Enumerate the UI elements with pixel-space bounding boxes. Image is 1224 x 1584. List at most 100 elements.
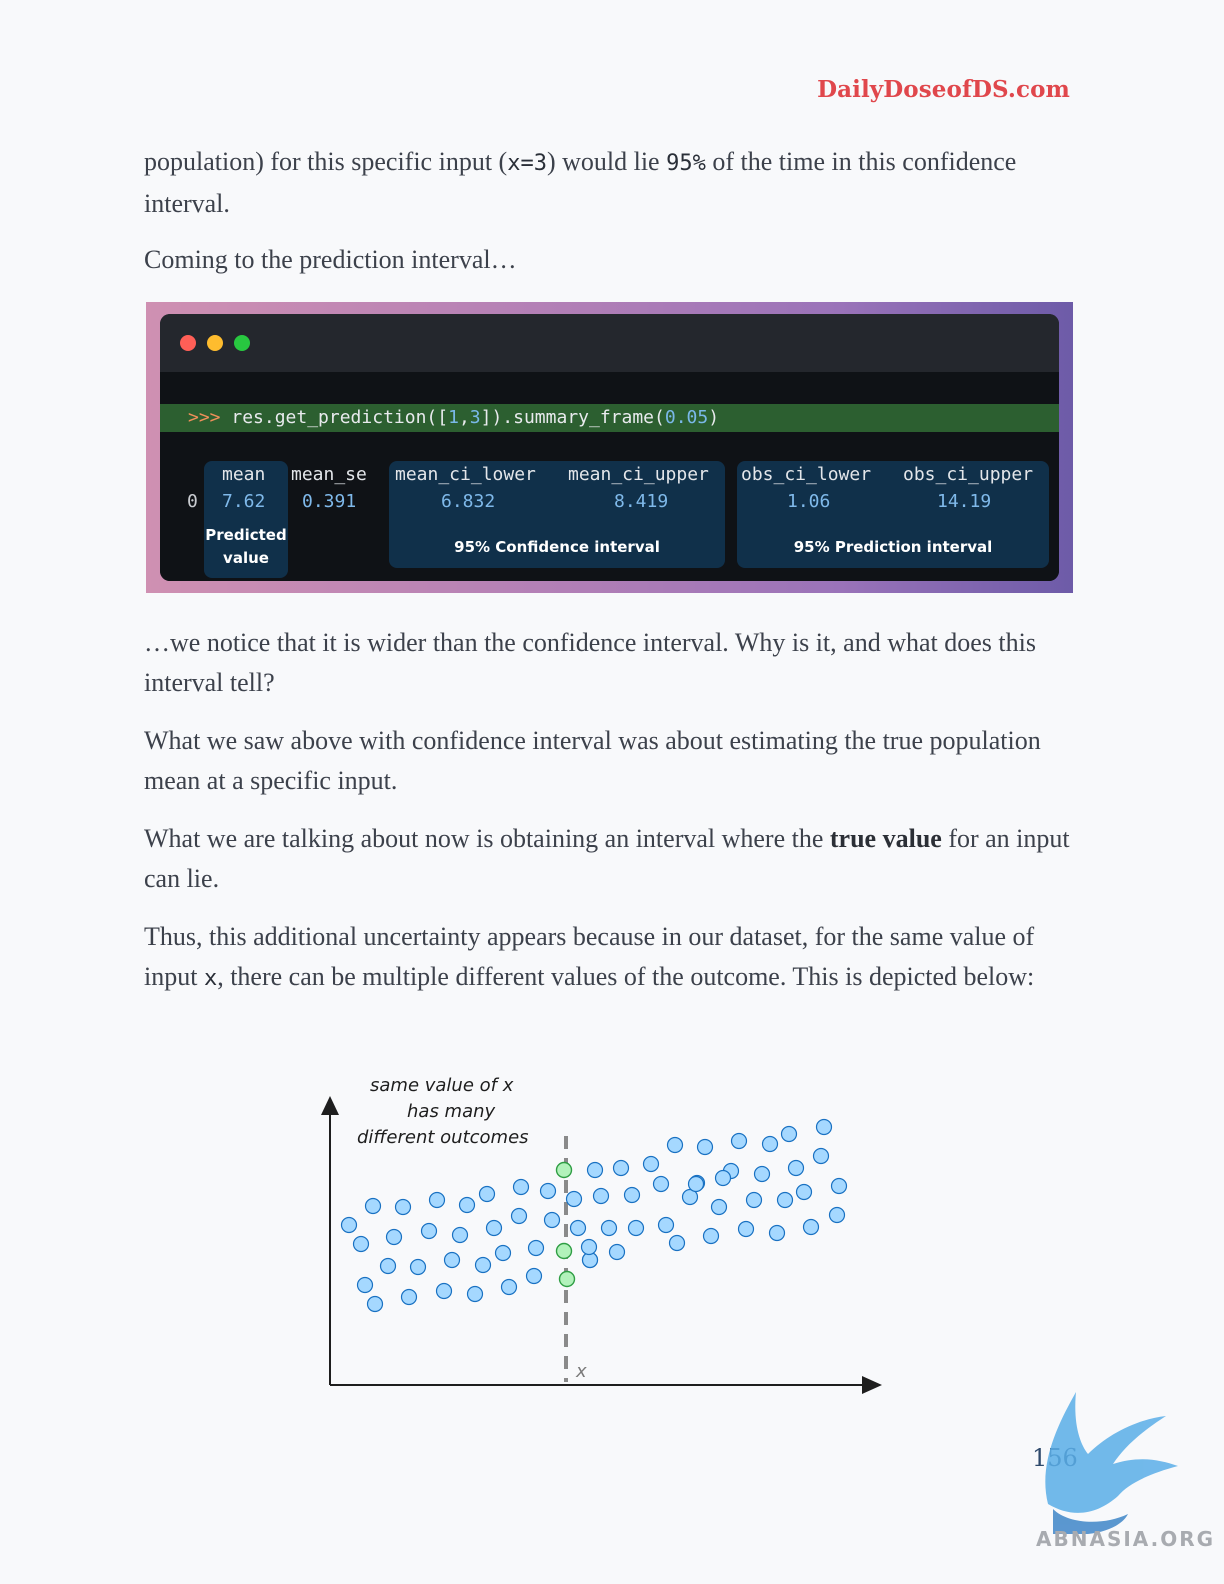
- scatter-point: [565, 1190, 583, 1208]
- value-mean-ci-lower: 6.832: [441, 491, 496, 512]
- scatter-point: [737, 1220, 755, 1238]
- code-call-mid: ]).summary_frame(: [480, 407, 665, 428]
- window-titlebar: [160, 314, 1059, 372]
- code-call-end: ): [708, 407, 720, 428]
- maximize-dot-icon: [234, 335, 250, 351]
- scatter-point: [586, 1161, 604, 1179]
- scatter-point: [569, 1219, 587, 1237]
- row-index: 0: [187, 491, 198, 512]
- col-header-mean-ci-lower: mean_ci_lower: [395, 464, 536, 485]
- scatter-point: [478, 1185, 496, 1203]
- scatter-point: [474, 1256, 492, 1274]
- scatter-point: [420, 1222, 438, 1240]
- scatter-point: [394, 1198, 412, 1216]
- scatter-point: [366, 1295, 384, 1313]
- scatter-point: [828, 1206, 846, 1224]
- paragraph-5-bold: true value: [829, 824, 942, 853]
- code-prompt-line: >>> res.get_prediction([1,3]).summary_fr…: [160, 404, 1059, 432]
- scatter-point: [435, 1282, 453, 1300]
- scatter-point: [787, 1159, 805, 1177]
- scatter-point: [623, 1186, 641, 1204]
- scatter-point: [830, 1177, 848, 1195]
- scatter-point: [761, 1135, 779, 1153]
- scatter-point: [780, 1125, 798, 1143]
- inline-code-x: x: [203, 965, 218, 991]
- scatter-point: [409, 1258, 427, 1276]
- paragraph-1: population) for this specific input (x=3…: [144, 142, 1084, 223]
- scatter-point: [730, 1132, 748, 1150]
- watermark-logo: ABNASIA.ORG: [1036, 1392, 1215, 1551]
- predicted-label-line-1: Predicted: [205, 526, 287, 544]
- scatter-point: [612, 1159, 630, 1177]
- paragraph-6: Thus, this additional uncertainty appear…: [144, 917, 1084, 998]
- scatter-point: [657, 1216, 675, 1234]
- scatter-point: [768, 1224, 786, 1242]
- col-header-obs-ci-upper: obs_ci_upper: [903, 464, 1034, 485]
- close-dot-icon: [180, 335, 196, 351]
- scatter-point: [815, 1118, 833, 1136]
- prompt-chevrons: >>>: [188, 407, 221, 428]
- scatter-point: [600, 1219, 618, 1237]
- col-header-mean: mean: [222, 464, 266, 485]
- inline-code-x3: x=3: [507, 151, 547, 176]
- inline-code-95: 95%: [666, 151, 706, 176]
- scatter-point: [527, 1239, 545, 1257]
- paragraph-4: What we saw above with confidence interv…: [144, 726, 1041, 795]
- scatter-point: [443, 1251, 461, 1269]
- scatter-points: [340, 1118, 848, 1313]
- annotation-line-1: same value of x: [370, 1075, 514, 1096]
- scatter-point: [710, 1198, 728, 1216]
- scatter-point: [379, 1257, 397, 1275]
- code-comma: ,: [458, 407, 470, 428]
- watermark-text: ABNASIA.ORG: [1036, 1527, 1215, 1551]
- scatter-point: [543, 1211, 561, 1229]
- highlighted-point: [555, 1242, 573, 1260]
- scatter-point: [451, 1226, 469, 1244]
- value-obs-ci-lower: 1.06: [787, 491, 831, 512]
- scatter-point: [466, 1285, 484, 1303]
- annotation-line-2: has many: [407, 1101, 496, 1122]
- paragraph-6-text-b: , there can be multiple different values…: [217, 961, 1035, 991]
- x-axis-label: x: [575, 1361, 587, 1382]
- minimize-dot-icon: [207, 335, 223, 351]
- scatter-point: [364, 1197, 382, 1215]
- value-mean-ci-upper: 8.419: [614, 491, 669, 512]
- confidence-interval-label: 95% Confidence interval: [454, 538, 660, 556]
- scatter-point: [512, 1178, 530, 1196]
- scatter-point: [795, 1183, 813, 1201]
- predicted-label-line-2: value: [223, 549, 269, 567]
- scatter-point: [668, 1234, 686, 1252]
- scatter-point: [428, 1191, 446, 1209]
- code-call-start: res.get_prediction([: [220, 407, 449, 428]
- x-axis-arrow-icon: [862, 1376, 882, 1394]
- scatter-point: [627, 1219, 645, 1237]
- scatter-point: [340, 1216, 358, 1234]
- scatter-point: [608, 1243, 626, 1261]
- scatter-point: [812, 1147, 830, 1165]
- paragraph-3: …we notice that it is wider than the con…: [144, 628, 1036, 697]
- scatter-point: [642, 1155, 660, 1173]
- scatter-point: [525, 1267, 543, 1285]
- code-alpha: 0.05: [664, 407, 709, 428]
- code-body: >>> res.get_prediction([1,3]).summary_fr…: [160, 372, 1059, 581]
- scatter-point: [802, 1218, 820, 1236]
- y-axis-arrow-icon: [321, 1096, 339, 1115]
- site-brand: DailyDoseofDS.com: [817, 76, 1070, 103]
- scatter-point: [696, 1138, 714, 1156]
- scatter-point: [687, 1175, 705, 1193]
- code-arg-2: 3: [469, 407, 481, 428]
- scatter-point: [592, 1187, 610, 1205]
- scatter-point: [385, 1228, 403, 1246]
- scatter-point: [356, 1276, 374, 1294]
- annotation-line-3: different outcomes: [357, 1127, 529, 1148]
- paragraph-2: Coming to the prediction interval…: [144, 245, 517, 274]
- value-obs-ci-upper: 14.19: [937, 491, 992, 512]
- terminal-window: >>> res.get_prediction([1,3]).summary_fr…: [160, 314, 1059, 581]
- value-mean-se: 0.391: [302, 491, 357, 512]
- scatter-point: [652, 1175, 670, 1193]
- scatter-point: [745, 1191, 763, 1209]
- scatter-point: [776, 1191, 794, 1209]
- highlighted-point: [558, 1270, 576, 1288]
- scatter-point: [510, 1207, 528, 1225]
- highlighted-point: [555, 1161, 573, 1179]
